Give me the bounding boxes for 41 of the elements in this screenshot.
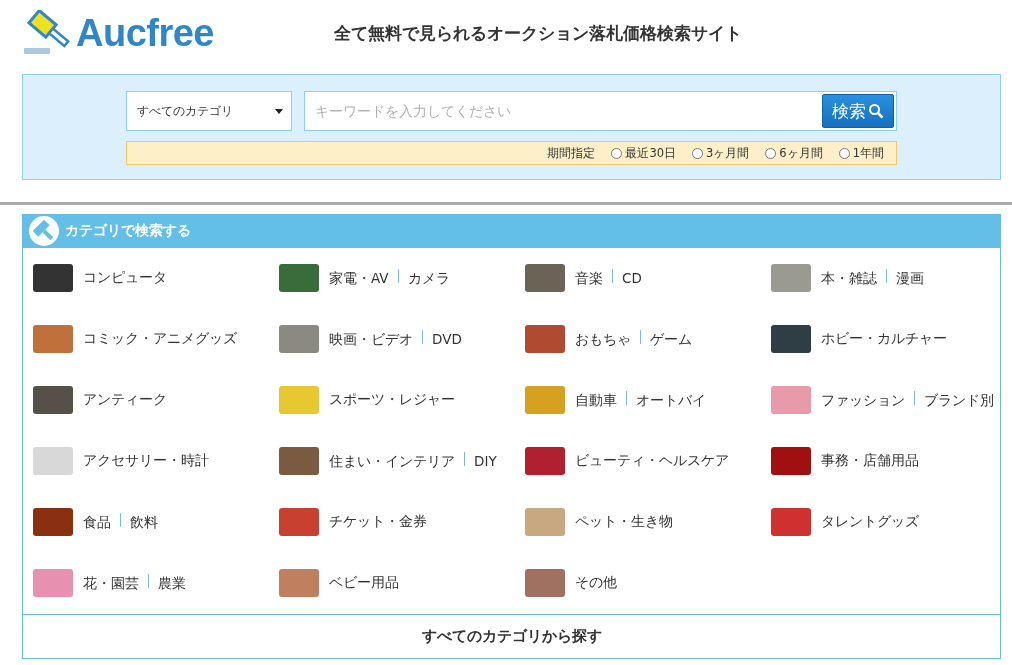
site-tagline: 全て無料で見られるオークション落札価格検索サイト [334, 21, 742, 45]
caret-icon [275, 108, 283, 114]
category-link[interactable]: タレントグッズ [761, 491, 1001, 553]
keyword-field[interactable]: キーワードを入力してください 検索 [304, 91, 897, 131]
all-categories-link[interactable]: すべてのカテゴリから探す [23, 613, 1000, 658]
category-link[interactable]: ビューティ・ヘルスケア [515, 430, 761, 492]
category-link[interactable]: 自動車 オートバイ [515, 369, 761, 431]
category-link[interactable]: 本・雑誌 漫画 [761, 247, 1001, 309]
category-link[interactable]: 事務・店舗用品 [761, 430, 1001, 492]
category-link[interactable]: アンティーク [23, 369, 269, 431]
period-radio[interactable]: 1年間 [838, 145, 884, 161]
logo: Aucfree [76, 11, 214, 55]
category-link[interactable]: その他 [515, 552, 761, 614]
category-link[interactable]: ファッション ブランド別 [761, 369, 1001, 431]
category-link[interactable]: 家電・AV カメラ [269, 247, 515, 309]
category-link[interactable]: おもちゃ ゲーム [515, 308, 761, 370]
radio-circle[interactable] [611, 147, 623, 159]
category-link[interactable]: コンピュータ [23, 247, 269, 309]
search-icon [868, 103, 884, 119]
radio-circle[interactable] [765, 147, 777, 159]
category-link[interactable]: スポーツ・レジャー [269, 369, 515, 431]
category-link[interactable]: チケット・金券 [269, 491, 515, 553]
period-radio[interactable]: 6ヶ月間 [765, 145, 823, 161]
category-link[interactable]: 音楽 CD [515, 247, 761, 309]
category-link[interactable]: ホビー・カルチャー [761, 308, 1001, 370]
category-link[interactable]: 住まい・インテリア DIY [269, 430, 515, 492]
period-radio[interactable]: 最近30日 [611, 145, 676, 161]
radio-circle[interactable] [838, 147, 850, 159]
category-link[interactable]: ベビー用品 [269, 552, 515, 614]
period-radio[interactable]: 3ヶ月間 [692, 145, 750, 161]
search-button[interactable]: 検索 [822, 94, 894, 128]
category-dropdown[interactable]: すべてのカテゴリ [126, 91, 292, 131]
category-link[interactable]: 映画・ビデオ DVD [269, 308, 515, 370]
category-link[interactable]: 花・園芸 農業 [23, 552, 269, 614]
category-link[interactable]: ペット・生き物 [515, 491, 761, 553]
category-link[interactable]: 食品 飲料 [23, 491, 269, 553]
radio-circle[interactable] [692, 147, 703, 159]
category-title: カテゴリで検索する [65, 222, 191, 241]
category-link[interactable]: コミック・アニメグッズ [23, 308, 269, 370]
category-link[interactable]: アクセサリー・時計 [23, 430, 269, 492]
period-label: 期間指定 [547, 145, 596, 161]
